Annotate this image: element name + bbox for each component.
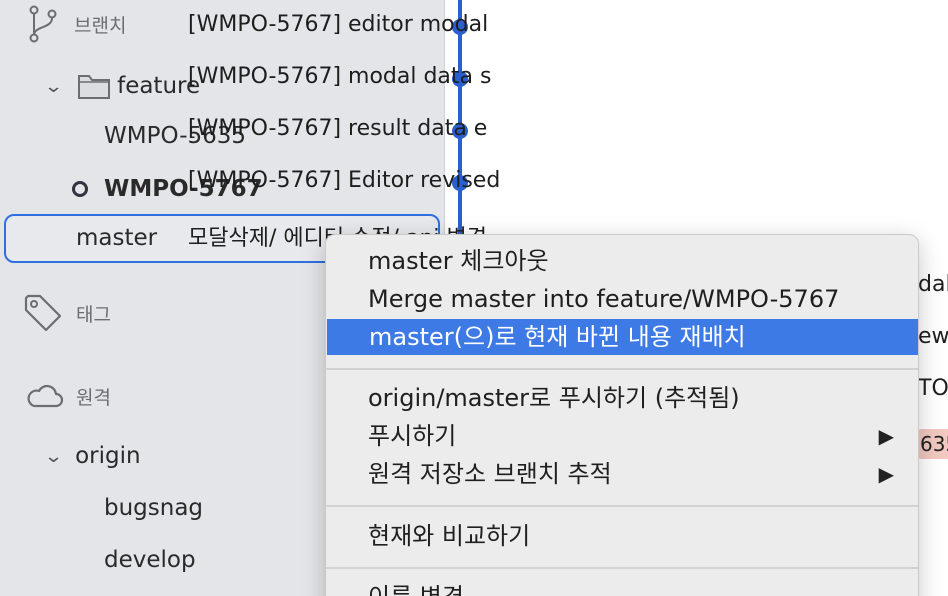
submenu-arrow-icon: ▶	[878, 424, 894, 448]
commit-message[interactable]: [WMPO-5767] result data e	[188, 116, 503, 141]
commit-message[interactable]: [WMPO-5767] modal data s	[188, 64, 503, 89]
chevron-down-icon[interactable]: ⌄	[44, 76, 64, 97]
remote-branch-label: develop	[104, 547, 196, 573]
menu-separator	[326, 567, 918, 569]
folder-icon	[78, 75, 111, 99]
branches-label: 브랜치	[74, 14, 127, 37]
commit-message-partial[interactable]: TO	[918, 376, 948, 401]
menu-item-merge[interactable]: Merge master into feature/WMPO-5767	[326, 281, 918, 317]
tags-section-header[interactable]: 태그	[22, 292, 111, 334]
context-menu: master 체크아웃 Merge master into feature/WM…	[325, 234, 919, 596]
menu-item-compare[interactable]: 현재와 비교하기	[326, 518, 918, 554]
branch-badge[interactable]: 635	[918, 429, 948, 459]
branches-section-header[interactable]: 브랜치	[24, 4, 126, 44]
remotes-label: 원격	[76, 386, 111, 409]
sidebar-item-origin[interactable]: ⌄ origin	[44, 438, 141, 474]
remote-branch-label: bugsnag	[104, 495, 204, 521]
menu-item-push[interactable]: 푸시하기 ▶	[326, 418, 918, 454]
current-branch-icon	[72, 181, 88, 197]
remotes-section-header[interactable]: 원격	[24, 378, 111, 414]
branch-label: master	[76, 225, 158, 251]
menu-separator	[326, 368, 918, 370]
menu-item-track-remote[interactable]: 원격 저장소 브랜치 추적 ▶	[326, 456, 918, 492]
submenu-arrow-icon: ▶	[878, 462, 894, 486]
menu-item-checkout[interactable]: master 체크아웃	[326, 243, 918, 279]
menu-item-push-tracked[interactable]: origin/master로 푸시하기 (추적됨)	[326, 380, 918, 416]
commit-message[interactable]: [WMPO-5767] editor modal	[188, 12, 503, 37]
tag-icon	[24, 294, 62, 332]
commit-message-partial[interactable]: ew	[918, 324, 948, 349]
sidebar-item-feature-folder[interactable]: ⌄ feature	[44, 68, 200, 104]
commit-message[interactable]: [WMPO-5767] Editor revised	[188, 168, 503, 193]
menu-item-rename[interactable]: 이름 변경	[326, 579, 918, 596]
cloud-icon	[27, 384, 64, 408]
remote-label: origin	[75, 443, 141, 469]
sidebar-item-bugsnag[interactable]: bugsnag	[104, 490, 203, 526]
commit-message-partial[interactable]: dal	[918, 272, 948, 297]
branch-icon	[29, 5, 57, 43]
sidebar-item-develop[interactable]: develop	[104, 542, 196, 578]
tags-label: 태그	[76, 303, 111, 326]
menu-item-rebase[interactable]: master(으)로 현재 바뀐 내용 재배치	[327, 319, 918, 355]
chevron-down-icon[interactable]: ⌄	[44, 446, 64, 467]
menu-item-label: 원격 저장소 브랜치 추적	[368, 460, 612, 488]
menu-separator	[326, 505, 918, 507]
menu-item-label: 푸시하기	[368, 422, 457, 450]
